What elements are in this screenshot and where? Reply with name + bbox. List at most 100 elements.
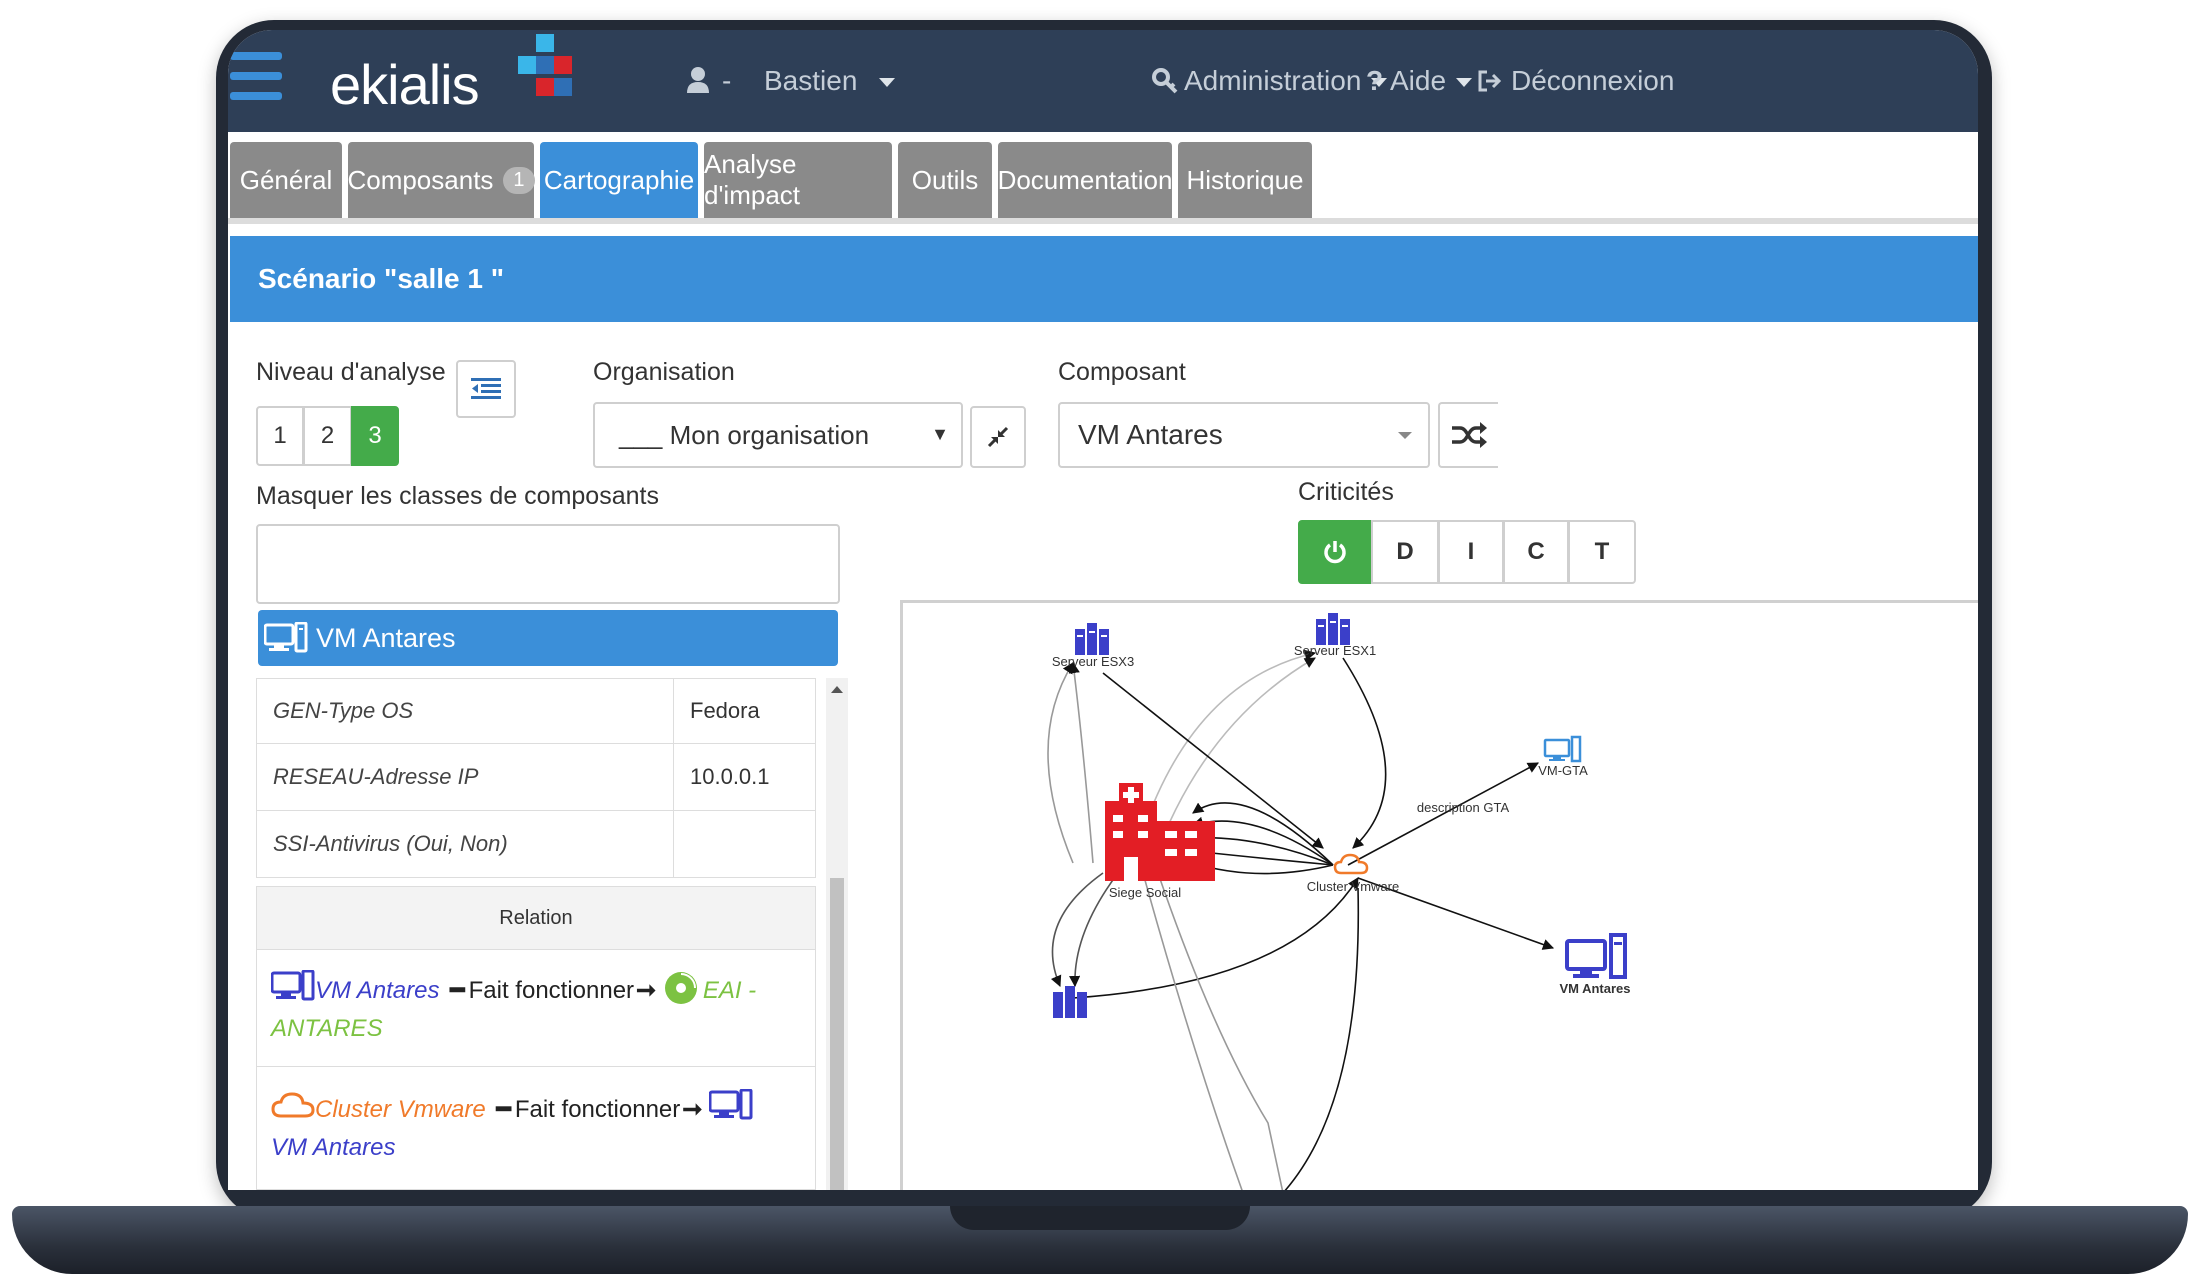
help-menu[interactable]: Aide	[1390, 65, 1473, 97]
collapse-button[interactable]	[970, 406, 1026, 468]
toggle-panel-button[interactable]	[456, 360, 516, 418]
hide-classes-label: Masquer les classes de composants	[256, 482, 659, 510]
scenario-title: Scénario "salle 1 "	[258, 263, 505, 294]
relation-source-link[interactable]: Cluster Vmware	[315, 1096, 486, 1123]
graph-canvas[interactable]: Serveur ESX3 Serveur ESX1 VM-GTA descrip…	[903, 603, 1978, 1190]
criticity-d-button[interactable]: D	[1371, 520, 1439, 584]
criticity-label: I	[1467, 538, 1475, 565]
logout-icon	[1478, 70, 1502, 92]
scrollbar-thumb[interactable]	[830, 878, 844, 1190]
tab-label: Général	[239, 164, 333, 195]
administration-menu[interactable]: Administration	[1184, 65, 1388, 97]
level-1-button[interactable]: 1	[256, 406, 304, 466]
hide-classes-input[interactable]	[256, 524, 840, 604]
server-icon[interactable]	[1053, 986, 1087, 1018]
user-separator: -	[722, 65, 732, 96]
tab-composants[interactable]: Composants 1	[347, 142, 535, 218]
app-screen: ekialis - Bastien Administration ? Aide	[228, 30, 1978, 1190]
power-icon	[1324, 541, 1346, 564]
relation-target-link-cont[interactable]: ANTARES	[271, 1015, 383, 1042]
organisation-label: Organisation	[593, 358, 735, 386]
tab-documentation[interactable]: Documentation	[998, 142, 1172, 218]
graph-edge	[1068, 661, 1094, 864]
chevron-down-icon	[1456, 78, 1473, 88]
workstation-icon	[708, 1088, 753, 1120]
logo[interactable]: ekialis	[330, 52, 480, 117]
edge-label: description GTA	[1417, 800, 1510, 815]
relation-row: Cluster Vmware ━ Fait fonctionner➞ VM Ant…	[256, 1066, 816, 1190]
node-label-vmantares: VM Antares	[1559, 981, 1630, 996]
details-title: VM Antares	[316, 622, 456, 653]
organisation-value: ___ Mon organisation	[619, 419, 870, 450]
shuffle-icon	[1452, 422, 1487, 448]
count-badge: 1	[503, 166, 535, 194]
chevron-down-icon	[879, 78, 896, 88]
chevron-down-icon	[1398, 432, 1412, 439]
level-2-button[interactable]: 2	[303, 406, 352, 466]
workstation-icon[interactable]	[1543, 735, 1582, 763]
tab-label: Documentation	[997, 164, 1173, 195]
relation-header: Relation	[256, 886, 816, 950]
graph-edge	[1047, 662, 1074, 864]
administration-label: Administration	[1184, 65, 1362, 96]
indent-icon	[471, 378, 501, 399]
node-label-esx1: Serveur ESX1	[1294, 643, 1376, 658]
criticity-c-button[interactable]: C	[1503, 520, 1569, 584]
tab-general[interactable]: Général	[230, 142, 342, 218]
help-label: Aide	[1390, 65, 1447, 96]
tab-label: Analyse d'impact	[704, 149, 801, 210]
tab-outils[interactable]: Outils	[898, 142, 992, 218]
level-3-button[interactable]: 3	[351, 406, 399, 466]
graph-edge	[1142, 872, 1243, 1190]
compress-icon	[987, 426, 1009, 448]
power-toggle-button[interactable]	[1298, 520, 1372, 584]
node-label-esx3: Serveur ESX3	[1052, 654, 1134, 669]
attribute-value: 10.0.0.1	[673, 743, 816, 811]
attribute-key: GEN-Type OS	[256, 678, 674, 744]
user-icon	[686, 66, 710, 94]
relation-verb: Fait fonctionner	[514, 1096, 681, 1123]
tab-cartographie[interactable]: Cartographie	[540, 142, 698, 218]
tab-label: Composants	[347, 164, 494, 195]
server-icon[interactable]	[1075, 623, 1109, 655]
criticity-label: D	[1396, 538, 1414, 565]
node-label-vmgta: VM-GTA	[1538, 763, 1588, 778]
details-scrollbar[interactable]	[826, 678, 848, 1190]
relation-row: VM Antares ━ Fait fonctionner➞ EAI - ANTA…	[256, 949, 816, 1067]
shuffle-button[interactable]	[1438, 402, 1498, 468]
level-label: 3	[368, 422, 382, 449]
server-icon[interactable]	[1316, 613, 1350, 645]
hospital-site-icon[interactable]	[1105, 783, 1215, 881]
attribute-key: SSI-Antivirus (Oui, Non)	[256, 810, 674, 878]
cartography-map[interactable]: Serveur ESX3 Serveur ESX1 VM-GTA descrip…	[900, 600, 1978, 1190]
relation-source-link[interactable]: VM Antares	[315, 977, 440, 1004]
details-panel-header: VM Antares	[258, 610, 838, 666]
tabbar-divider	[228, 218, 1978, 224]
component-select[interactable]: VM Antares	[1058, 402, 1430, 468]
tab-analyse-impact[interactable]: Analyse d'impact	[704, 142, 892, 218]
organisation-select[interactable]: ___ Mon organisation ▼	[593, 402, 963, 468]
help-icon: ?	[1366, 65, 1384, 96]
criticity-i-button[interactable]: I	[1438, 520, 1504, 584]
workstation-icon	[264, 622, 308, 653]
user-menu[interactable]: Bastien	[764, 65, 896, 97]
logout-link[interactable]: Déconnexion	[1511, 65, 1674, 97]
relation-target-link[interactable]: VM Antares	[271, 1134, 396, 1161]
cloud-icon	[271, 1092, 315, 1118]
component-label: Composant	[1058, 358, 1186, 386]
analysis-level-label: Niveau d'analyse	[256, 358, 446, 386]
tab-label: Historique	[1186, 164, 1304, 195]
criticity-t-button[interactable]: T	[1568, 520, 1636, 584]
component-value: VM Antares	[1078, 419, 1223, 450]
level-label: 1	[273, 422, 287, 449]
criticities-label: Criticités	[1298, 478, 1394, 506]
logo-cross-icon	[518, 34, 578, 114]
relation-target-link[interactable]: EAI -	[703, 977, 756, 1004]
graph-edge	[1284, 887, 1360, 1190]
hamburger-menu-icon[interactable]	[230, 52, 282, 102]
tab-label: Outils	[911, 164, 979, 195]
tab-historique[interactable]: Historique	[1178, 142, 1312, 218]
scroll-up-icon[interactable]	[831, 686, 843, 693]
workstation-icon[interactable]	[1565, 933, 1627, 979]
node-label-cluster: Cluster Vmware	[1307, 879, 1399, 894]
